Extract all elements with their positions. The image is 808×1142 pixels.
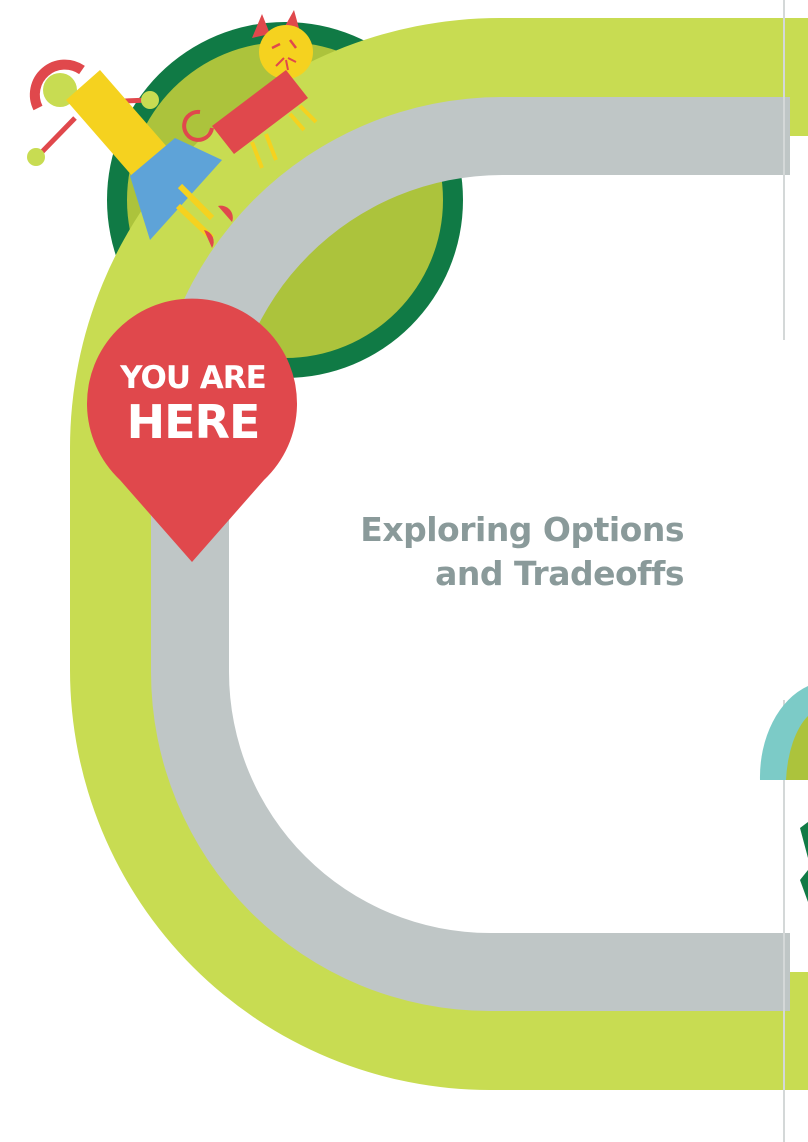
dark-green-shape — [800, 822, 808, 858]
robot-hand — [141, 91, 159, 109]
robot-hand-2 — [27, 148, 45, 166]
robot-arm-2 — [36, 116, 77, 158]
section-title-line-2: and Tradeoffs — [435, 554, 684, 593]
section-title-line-1: Exploring Options — [360, 510, 684, 549]
pin-label-line-1: YOU ARE — [120, 360, 267, 396]
section-title: Exploring Options and Tradeoffs — [360, 508, 684, 596]
dark-green-shape-2 — [800, 870, 808, 902]
pin-label-line-2: HERE — [126, 395, 261, 449]
